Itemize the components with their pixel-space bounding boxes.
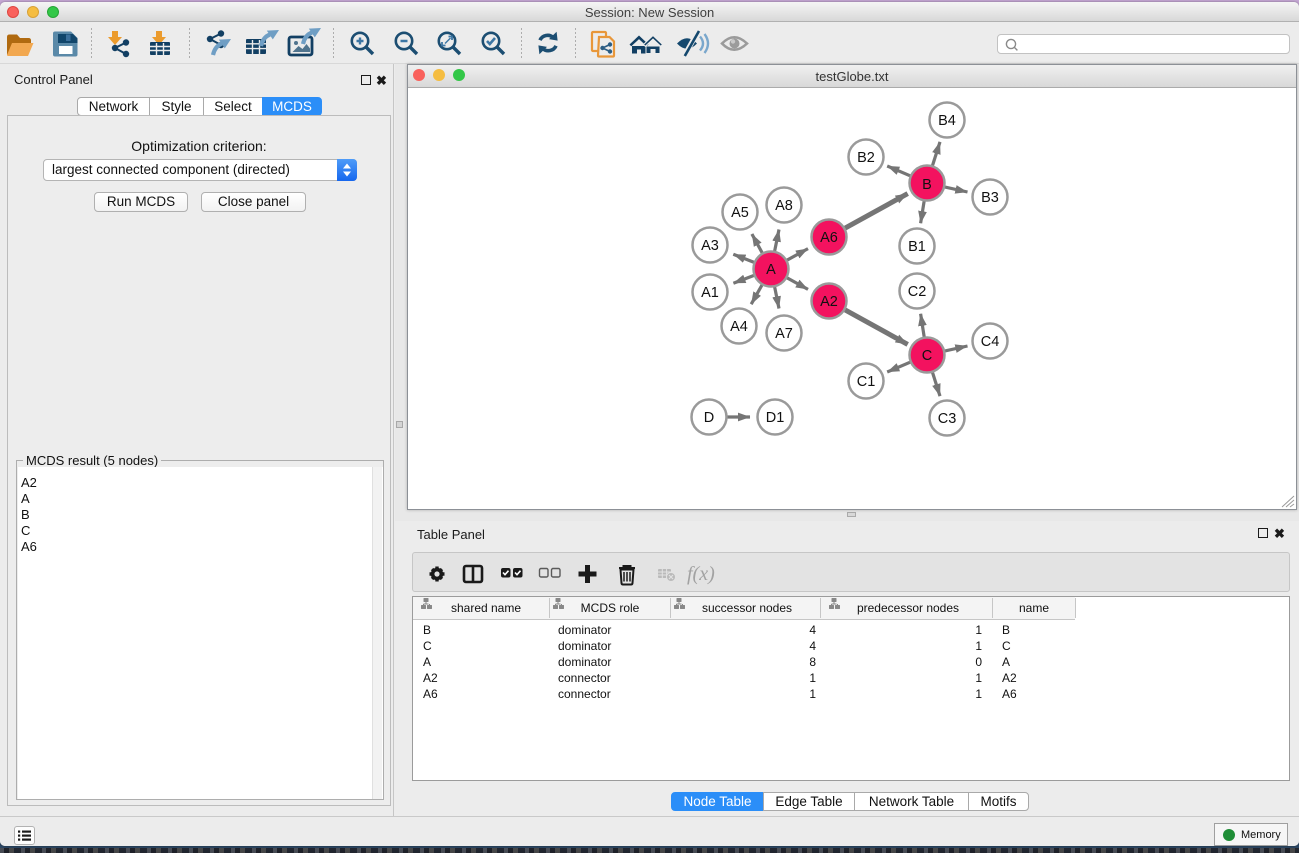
svg-text:D1: D1 (766, 410, 785, 426)
svg-text:1: 1 (809, 671, 816, 685)
svg-text:A6: A6 (423, 687, 438, 701)
svg-text:1: 1 (975, 671, 982, 685)
svg-text:A2: A2 (820, 294, 838, 310)
svg-text:dominator: dominator (558, 623, 611, 637)
svg-text:D: D (704, 410, 714, 426)
svg-text:1: 1 (809, 687, 816, 701)
svg-text:connector: connector (558, 687, 611, 701)
svg-text:A1: A1 (701, 285, 719, 301)
svg-text:connector: connector (558, 671, 611, 685)
svg-text:C: C (423, 639, 432, 653)
svg-text:C1: C1 (857, 374, 876, 390)
svg-text:0: 0 (975, 655, 982, 669)
svg-text:A5: A5 (731, 205, 749, 221)
svg-text:B2: B2 (857, 150, 875, 166)
svg-text:A8: A8 (775, 198, 793, 214)
svg-text:C3: C3 (938, 411, 957, 427)
svg-text:A2: A2 (423, 671, 438, 685)
svg-text:A6: A6 (820, 230, 838, 246)
svg-text:C: C (1002, 639, 1011, 653)
svg-text:1: 1 (975, 623, 982, 637)
svg-text:B3: B3 (981, 190, 999, 206)
svg-text:1: 1 (975, 639, 982, 653)
svg-text:A6: A6 (1002, 687, 1017, 701)
svg-text:C4: C4 (981, 334, 1000, 350)
svg-text:C: C (922, 348, 932, 364)
svg-text:4: 4 (809, 623, 816, 637)
svg-text:dominator: dominator (558, 639, 611, 653)
svg-text:A4: A4 (730, 319, 748, 335)
svg-text:dominator: dominator (558, 655, 611, 669)
svg-text:name: name (1019, 601, 1049, 615)
svg-text:MCDS role: MCDS role (581, 601, 640, 615)
svg-text:successor nodes: successor nodes (702, 601, 792, 615)
svg-text:C2: C2 (908, 284, 927, 300)
svg-text:A2: A2 (1002, 671, 1017, 685)
svg-text:B: B (423, 623, 431, 637)
svg-text:f(x): f(x) (687, 563, 715, 585)
svg-text:8: 8 (809, 655, 816, 669)
svg-text:A: A (1002, 655, 1010, 669)
svg-text:A: A (423, 655, 431, 669)
svg-text:B: B (1002, 623, 1010, 637)
svg-text:1: 1 (975, 687, 982, 701)
svg-text:B1: B1 (908, 239, 926, 255)
svg-text:A7: A7 (775, 326, 793, 342)
svg-text:A: A (766, 262, 776, 278)
svg-text:4: 4 (809, 639, 816, 653)
svg-text:shared name: shared name (451, 601, 521, 615)
svg-text:B: B (922, 177, 932, 193)
svg-text:predecessor nodes: predecessor nodes (857, 601, 959, 615)
svg-text:B4: B4 (938, 113, 956, 129)
svg-text:A3: A3 (701, 238, 719, 254)
